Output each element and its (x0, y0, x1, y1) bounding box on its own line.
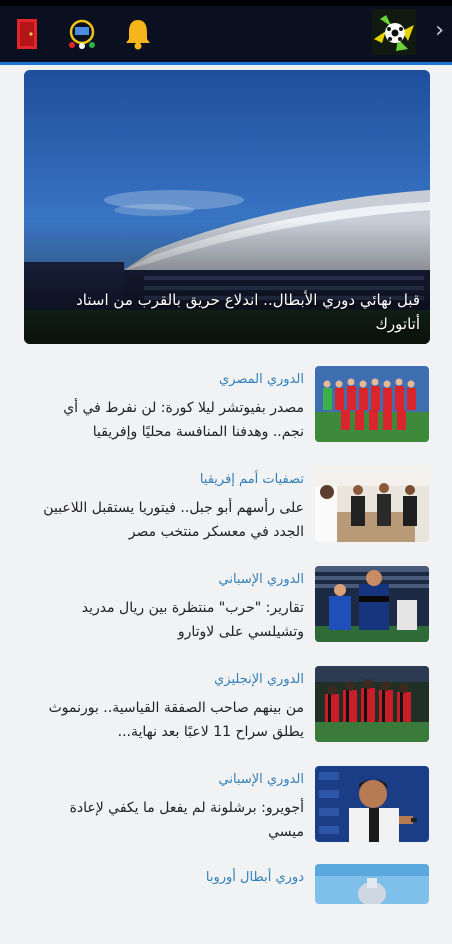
news-category[interactable]: الدوري الإسباني (218, 572, 304, 587)
news-title[interactable]: مصدر بفيوتشر ليلا كورة: لن نفرط في أي نج… (34, 396, 304, 444)
featured-article-card[interactable]: قبل نهائي دوري الأبطال.. اندلاع حريق بال… (24, 70, 430, 344)
chevron-right-icon[interactable]: › (435, 20, 444, 42)
news-thumbnail[interactable] (315, 566, 429, 642)
news-title[interactable]: أجويرو: برشلونة لم يفعل ما يكفي لإعادة م… (34, 796, 304, 844)
news-category[interactable]: دوري أبطال أوروبا (206, 870, 304, 885)
news-thumbnail[interactable] (315, 766, 429, 842)
status-strip (0, 0, 452, 6)
football-logo-icon[interactable] (372, 9, 416, 55)
news-title[interactable]: تقارير: "حرب" منتظرة بين ريال مدريد وتشي… (34, 596, 304, 644)
news-category[interactable]: الدوري الإنجليزي (214, 672, 304, 687)
news-thumbnail[interactable] (315, 366, 429, 442)
news-category[interactable]: الدوري المصري (219, 372, 304, 387)
news-thumbnail[interactable] (315, 864, 429, 904)
news-title[interactable]: على رأسهم أبو جبل.. فيتوريا يستقبل اللاع… (34, 496, 304, 544)
list-item[interactable]: الدوري الإنجليزي من بينهم صاحب الصفقة ال… (0, 666, 452, 746)
bell-icon[interactable] (120, 14, 156, 54)
list-item[interactable]: الدوري المصري مصدر بفيوتشر ليلا كورة: لن… (0, 366, 452, 446)
news-title[interactable]: من بينهم صاحب الصفقة القياسية.. بورنموث … (34, 696, 304, 744)
list-item[interactable]: دوري أبطال أوروبا (0, 864, 452, 944)
news-category[interactable]: الدوري الإسباني (218, 772, 304, 787)
header-accent-line (0, 62, 452, 65)
league-schedule-icon[interactable] (64, 14, 100, 54)
list-item[interactable]: الدوري الإسباني تقارير: "حرب" منتظرة بين… (0, 566, 452, 646)
news-category[interactable]: تصفيات أمم إفريقيا (200, 472, 304, 487)
news-thumbnail[interactable] (315, 666, 429, 742)
top-app-bar: › (0, 0, 452, 65)
list-item[interactable]: الدوري الإسباني أجويرو: برشلونة لم يفعل … (0, 766, 452, 846)
list-item[interactable]: تصفيات أمم إفريقيا على رأسهم أبو جبل.. ف… (0, 466, 452, 546)
news-thumbnail[interactable] (315, 466, 429, 542)
exit-door-icon[interactable] (10, 14, 46, 54)
featured-headline[interactable]: قبل نهائي دوري الأبطال.. اندلاع حريق بال… (40, 288, 420, 336)
